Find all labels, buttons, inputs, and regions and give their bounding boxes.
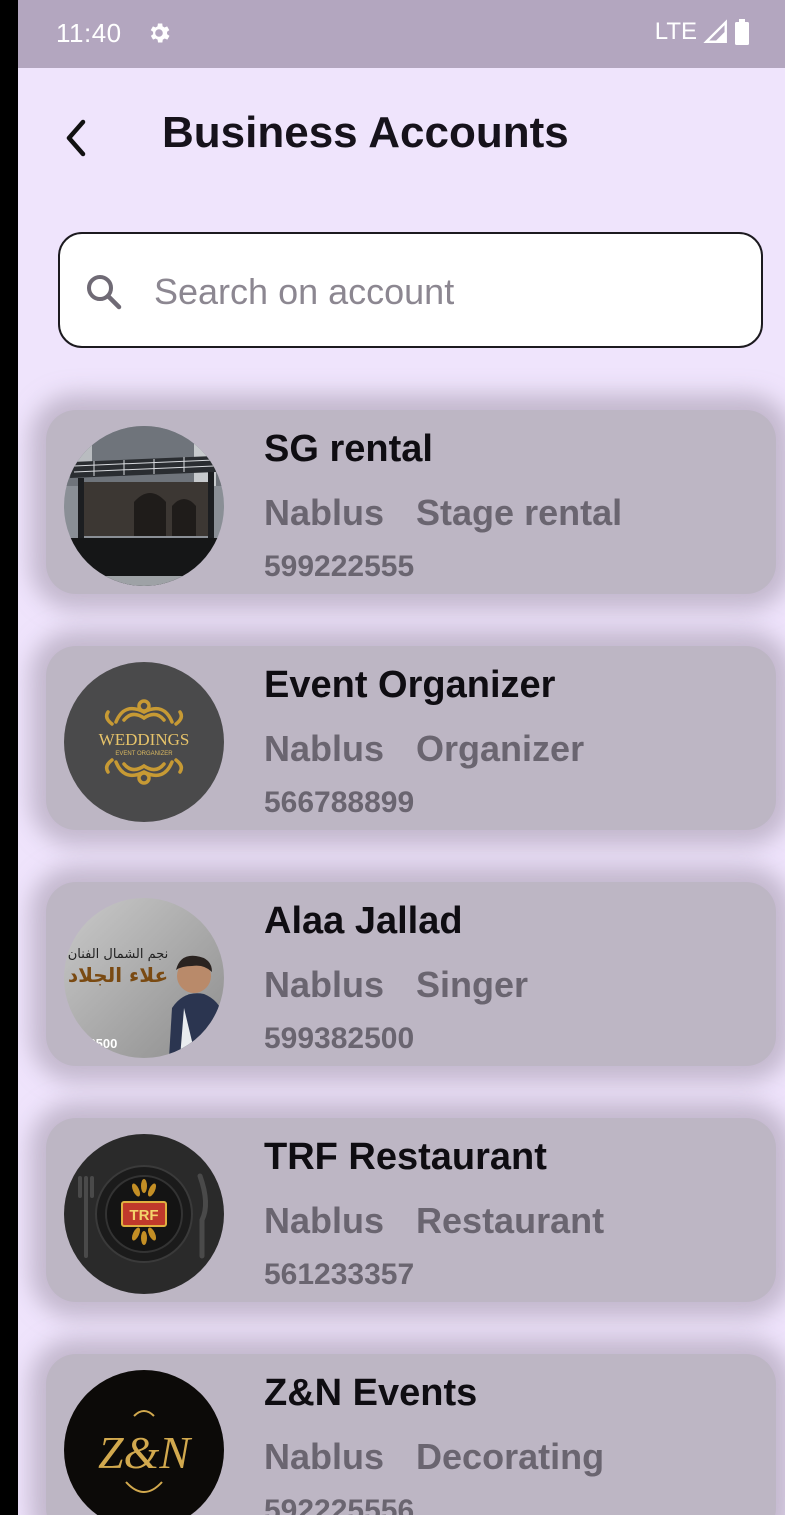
account-avatar — [64, 426, 224, 586]
account-category: Decorating — [416, 1436, 605, 1477]
account-name: Alaa Jallad — [264, 900, 463, 942]
account-city: Nablus — [264, 964, 385, 1005]
account-phone: 561233357 — [264, 1258, 415, 1291]
zn-logo-icon: Z&N — [64, 1370, 224, 1515]
account-city: Nablus — [264, 1200, 385, 1241]
restaurant-logo-icon: TRF — [64, 1134, 224, 1294]
chevron-left-icon — [66, 119, 86, 157]
singer-poster-tagline: نجم الشمال الفنان — [68, 947, 169, 962]
status-bar: 11:40 LTE — [18, 0, 785, 68]
account-card-trf-restaurant[interactable]: TRF TRF Restaurant Nablus Restaurant 5612… — [46, 1118, 776, 1302]
account-city: Nablus — [264, 492, 385, 533]
account-name: Z&N Events — [264, 1372, 478, 1414]
singer-poster-name: علاء الجلاد — [68, 963, 168, 987]
account-name: Event Organizer — [264, 664, 556, 706]
account-phone: 599222555 — [264, 550, 415, 583]
account-city: Nablus — [264, 1436, 385, 1477]
search-input[interactable] — [154, 264, 744, 320]
network-label: LTE — [654, 18, 697, 45]
search-icon — [87, 275, 122, 310]
account-category: Singer — [416, 964, 529, 1005]
search-box[interactable] — [58, 232, 763, 348]
account-avatar: TRF — [64, 1134, 224, 1294]
battery-icon — [735, 19, 749, 45]
account-card-alaa-jallad[interactable]: نجم الشمال الفنان علاء الجلاد 9382500 Al… — [46, 882, 776, 1066]
page-title: Business Accounts — [162, 108, 569, 157]
back-button[interactable] — [48, 110, 104, 166]
weddings-logo-icon: WEDDINGS EVENT ORGANIZER — [64, 662, 224, 822]
weddings-logo-subtext: EVENT ORGANIZER — [115, 751, 173, 757]
account-phone: 592225556 — [264, 1494, 415, 1515]
account-category: Stage rental — [416, 492, 623, 533]
account-card-zn-events[interactable]: Z&N Z&N Events Nablus Decorating 59222555… — [46, 1354, 776, 1515]
account-name: SG rental — [264, 428, 433, 470]
account-meta: Nablus Organizer — [264, 728, 584, 770]
gear-icon — [150, 23, 170, 43]
app-screen: 11:40 LTE Business Accounts Search on ac… — [18, 0, 785, 1515]
restaurant-logo-text: TRF — [129, 1207, 158, 1224]
account-avatar: WEDDINGS EVENT ORGANIZER — [64, 662, 224, 822]
account-meta: Nablus Decorating — [264, 1436, 604, 1478]
account-meta: Nablus Stage rental — [264, 492, 622, 534]
account-phone: 566788899 — [264, 786, 415, 819]
singer-poster-phone: 9382500 — [67, 1036, 118, 1051]
account-category: Restaurant — [416, 1200, 605, 1241]
account-city: Nablus — [264, 728, 385, 769]
account-phone: 599382500 — [264, 1022, 415, 1055]
account-card-sg-rental[interactable]: SG rental Nablus Stage rental 599222555 — [46, 410, 776, 594]
status-indicators: LTE — [655, 18, 749, 46]
singer-poster-icon: نجم الشمال الفنان علاء الجلاد 9382500 — [64, 898, 224, 1058]
account-meta: Nablus Singer — [264, 964, 528, 1006]
zn-logo-text: Z&N — [98, 1427, 192, 1478]
stage-photo-icon — [64, 426, 224, 586]
account-avatar: Z&N — [64, 1370, 224, 1515]
account-avatar: نجم الشمال الفنان علاء الجلاد 9382500 — [64, 898, 224, 1058]
signal-icon — [703, 19, 727, 43]
account-card-event-organizer[interactable]: WEDDINGS EVENT ORGANIZER Event Organizer… — [46, 646, 776, 830]
status-time: 11:40 — [56, 18, 122, 48]
weddings-logo-text: WEDDINGS — [99, 730, 190, 749]
account-category: Organizer — [416, 728, 585, 769]
account-meta: Nablus Restaurant — [264, 1200, 604, 1242]
account-name: TRF Restaurant — [264, 1136, 547, 1178]
